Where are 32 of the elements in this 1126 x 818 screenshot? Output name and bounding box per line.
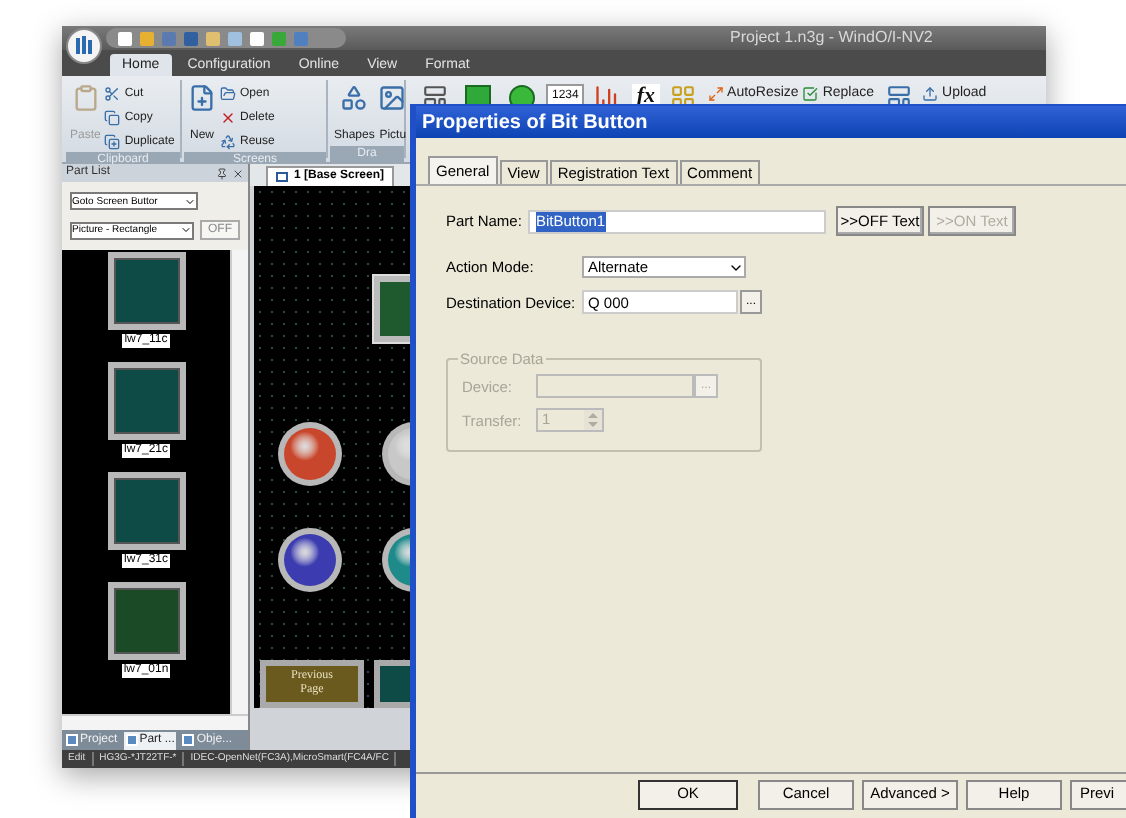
clipboard-icon bbox=[71, 84, 100, 112]
folder-icon bbox=[220, 86, 236, 102]
check-icon bbox=[802, 86, 819, 103]
chevron-icon bbox=[180, 224, 192, 236]
shapes-icon bbox=[340, 84, 369, 112]
copy-plus-icon bbox=[104, 134, 121, 150]
tab-icon bbox=[125, 734, 138, 746]
window-title: Project 1.n3g - WindO/I-NV2 bbox=[730, 26, 933, 50]
pin-icon bbox=[216, 167, 228, 179]
tab-icon bbox=[182, 734, 195, 746]
recycle-icon bbox=[220, 134, 236, 150]
grid-icon bbox=[670, 84, 697, 110]
upload-icon bbox=[922, 86, 939, 103]
part-thumbnail[interactable] bbox=[107, 582, 185, 660]
screen-icon bbox=[276, 172, 288, 182]
horizontal-scrollbar[interactable] bbox=[62, 714, 248, 730]
spinner-arrows-icon bbox=[584, 410, 602, 431]
image-icon bbox=[378, 84, 407, 112]
vertical-scrollbar[interactable] bbox=[230, 250, 248, 714]
part-thumbnail[interactable] bbox=[107, 362, 185, 440]
chevron-icon bbox=[184, 195, 196, 207]
scissors-icon bbox=[104, 86, 121, 102]
dialog-title: Properties of Bit Button bbox=[422, 109, 648, 137]
copy-icon bbox=[104, 110, 121, 126]
resize-icon bbox=[707, 86, 724, 103]
new-page-icon bbox=[188, 84, 216, 112]
window-icon bbox=[885, 84, 912, 110]
part-thumbnail[interactable] bbox=[107, 252, 185, 330]
close-icon bbox=[232, 167, 244, 179]
tab-icon bbox=[66, 734, 78, 746]
cross-icon bbox=[220, 110, 236, 126]
part-thumbnail[interactable] bbox=[107, 472, 185, 550]
